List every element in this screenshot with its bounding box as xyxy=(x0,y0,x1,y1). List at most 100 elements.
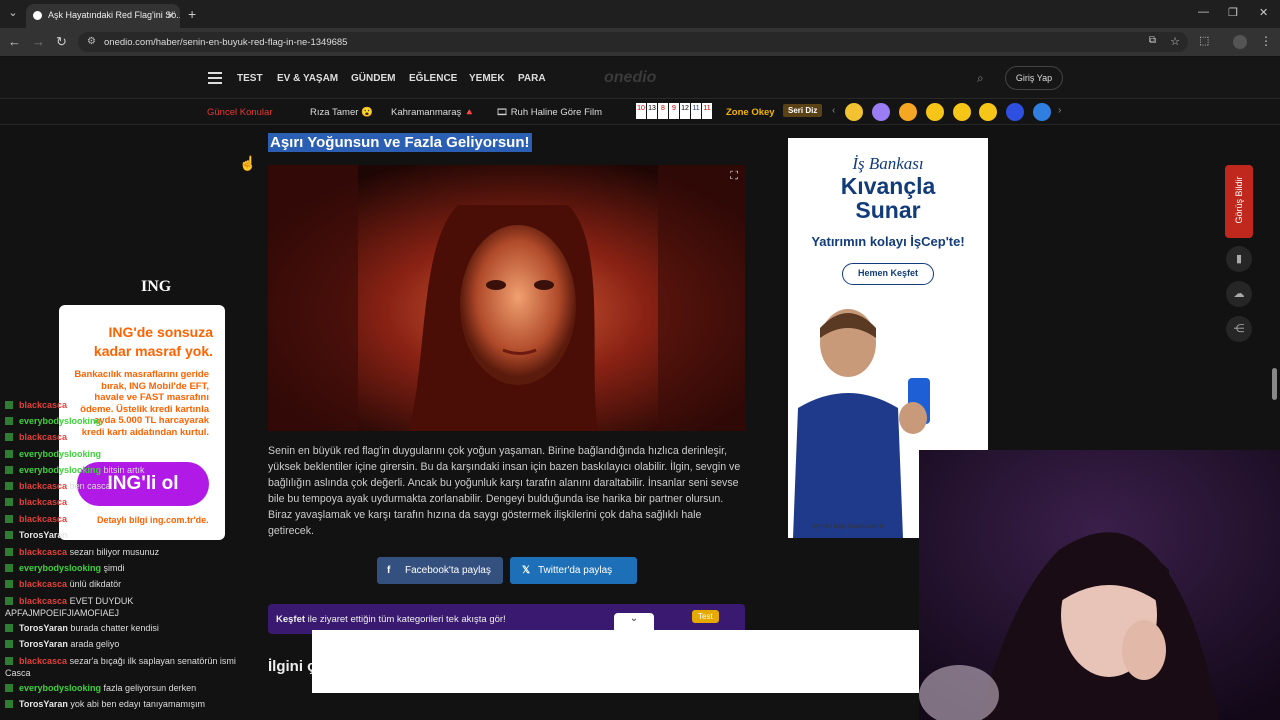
fullscreen-icon[interactable]: ⛶ xyxy=(730,170,738,183)
chat-badge-icon xyxy=(5,657,13,665)
test-badge[interactable]: Test xyxy=(692,610,719,623)
chat-badge-icon xyxy=(5,515,13,523)
chat-message: everybodyslooking bitsin artık xyxy=(5,465,145,475)
chat-message: blackcasca sezar'a bıçağı ilk saplayan s… xyxy=(5,656,236,678)
search-icon[interactable]: ⌕ xyxy=(977,71,984,86)
ad-brand: İş Bankası xyxy=(852,154,924,173)
kesfet-text: ile ziyaret ettiğin tüm kategorileri tek… xyxy=(305,614,506,625)
zone-okey-link[interactable]: Zone Okey xyxy=(726,107,775,118)
chat-message: blackcasca xyxy=(5,514,67,524)
game-tile: 10 xyxy=(636,103,646,119)
related-heading: İlgini ç xyxy=(268,658,316,675)
comments-icon[interactable]: ☁ xyxy=(1226,281,1252,307)
nav-ev-yasam[interactable]: EV & YAŞAM xyxy=(277,73,338,84)
chat-badge-icon xyxy=(5,531,13,539)
x-logo-icon: 𝕏 xyxy=(522,565,531,576)
close-tab-icon[interactable]: × xyxy=(167,8,174,22)
facebook-icon: f xyxy=(387,565,391,576)
site-logo[interactable]: onedio xyxy=(604,69,656,87)
emoji-reaction-icon[interactable] xyxy=(899,103,917,121)
nav-gundem[interactable]: GÜNDEM xyxy=(351,73,395,84)
emoji-reaction-icon[interactable] xyxy=(872,103,890,121)
nav-eglence[interactable]: EĞLENCE xyxy=(409,73,457,84)
chat-message: blackcasca ben casca xyxy=(5,481,111,491)
game-tile: 11 xyxy=(702,103,712,119)
emoji-reaction-icon[interactable] xyxy=(979,103,997,121)
chat-message: TorosYaran burada chatter kendisi xyxy=(5,623,159,633)
ad-line2: Sunar xyxy=(855,197,921,223)
game-tiles[interactable]: 10 13 8 9 12 11 11 xyxy=(636,103,712,119)
nav-para[interactable]: PARA xyxy=(518,73,546,84)
minimize-icon[interactable]: — xyxy=(1198,6,1209,18)
hamburger-menu-icon[interactable] xyxy=(208,72,222,84)
browser-tab[interactable]: Aşk Hayatındaki Red Flag'ini Sö... × xyxy=(26,4,180,28)
install-app-icon[interactable]: ⧉ xyxy=(1149,35,1156,46)
ad-cta-button[interactable]: Hemen Keşfet xyxy=(842,263,934,285)
restore-icon[interactable]: ❐ xyxy=(1228,6,1238,19)
scroll-right-icon[interactable]: › xyxy=(1058,105,1061,116)
twitter-share-button[interactable]: 𝕏 Twitter'da paylaş xyxy=(510,557,637,584)
chat-badge-icon xyxy=(5,624,13,632)
collapse-chevron-icon[interactable]: ⌄ xyxy=(614,613,654,631)
emoji-reaction-icon[interactable] xyxy=(1006,103,1024,121)
kesfet-label: Keşfet xyxy=(276,614,306,625)
nav-test[interactable]: TEST xyxy=(237,73,263,84)
chat-badge-icon xyxy=(5,564,13,572)
emoji-reaction-icon[interactable] xyxy=(926,103,944,121)
game-tile: 9 xyxy=(669,103,679,119)
facebook-share-button[interactable]: f Facebook'ta paylaş xyxy=(377,557,503,584)
chat-message: everybodyslooking xyxy=(5,449,101,459)
webcam-overlay xyxy=(919,450,1280,720)
extensions-icon[interactable]: ⬚ xyxy=(1199,34,1209,47)
chat-badge-icon xyxy=(5,548,13,556)
seri-diz-badge[interactable]: Seri Diz xyxy=(783,104,823,117)
subnav-riza-tamer[interactable]: Rıza Tamer 😮 xyxy=(310,107,373,118)
chat-message: blackcasca xyxy=(5,400,67,410)
menu-dots-icon[interactable]: ⋮ xyxy=(1260,34,1272,48)
chat-badge-icon xyxy=(5,640,13,648)
url-bar[interactable]: ⚙ onedio.com/haber/senin-en-buyuk-red-fl… xyxy=(78,32,1188,52)
forward-icon[interactable]: → xyxy=(32,34,45,49)
chat-badge-icon xyxy=(5,401,13,409)
emoji-reaction-icon[interactable] xyxy=(953,103,971,121)
chat-message: blackcasca sezarı biliyor musunuz xyxy=(5,547,159,557)
ing-logo: ING xyxy=(141,278,172,295)
back-icon[interactable]: ← xyxy=(8,34,21,49)
login-button[interactable]: Giriş Yap xyxy=(1005,66,1063,90)
subnav-kahramanmaras[interactable]: Kahramanmaraş 🔺 xyxy=(391,107,476,118)
scroll-left-icon[interactable]: ‹ xyxy=(832,105,835,116)
subnav-ruh-haline-gore-film[interactable]: 🎞 Ruh Haline Göre Film xyxy=(496,107,602,118)
new-tab-icon[interactable]: + xyxy=(188,6,196,22)
ing-ad-body: Bankacılık masraflarını geride bırak, IN… xyxy=(74,369,209,438)
bookmark-star-icon[interactable]: ☆ xyxy=(1170,35,1180,48)
chat-badge-icon xyxy=(5,466,13,474)
bottom-ad-slot xyxy=(312,630,919,693)
reload-icon[interactable]: ↻ xyxy=(56,34,67,50)
game-tile: 11 xyxy=(691,103,701,119)
ing-ad-footer: Detaylı bilgi ing.com.tr'de. xyxy=(97,515,209,525)
subnav-guncel-konular[interactable]: Güncel Konular xyxy=(207,107,272,118)
site-info-icon[interactable]: ⚙ xyxy=(87,36,96,47)
chat-message: TorosYaran arada geliyo xyxy=(5,639,119,649)
ad-line1: Kıvançla xyxy=(840,173,936,199)
chat-badge-icon xyxy=(5,580,13,588)
game-tile: 12 xyxy=(680,103,690,119)
ad-footer: Ayrıntılı bilgi: isbank.com.tr xyxy=(812,524,884,530)
chat-badge-icon xyxy=(5,700,13,708)
chat-message: TorosYaran xyxy=(5,530,68,540)
chat-badge-icon xyxy=(5,433,13,441)
feedback-button[interactable]: Görüş Bildir xyxy=(1225,165,1253,238)
chat-badge-icon xyxy=(5,417,13,425)
chat-message: TorosYaran yok abi ben edayı tanıyamamış… xyxy=(5,699,205,709)
window-close-icon[interactable]: ✕ xyxy=(1259,6,1268,19)
emoji-reaction-icon[interactable] xyxy=(1033,103,1051,121)
url-text: onedio.com/haber/senin-en-buyuk-red-flag… xyxy=(104,37,348,48)
nav-yemek[interactable]: YEMEK xyxy=(469,73,505,84)
share-icon[interactable]: ⋲ xyxy=(1226,316,1252,342)
profile-avatar[interactable] xyxy=(1233,35,1247,49)
save-icon[interactable]: ▮ xyxy=(1226,246,1252,272)
chat-message: everybodyslooking şimdi xyxy=(5,563,125,573)
scrollbar-thumb[interactable] xyxy=(1272,368,1277,400)
tab-search-icon[interactable]: ⌄ xyxy=(6,6,20,19)
emoji-reaction-icon[interactable] xyxy=(845,103,863,121)
